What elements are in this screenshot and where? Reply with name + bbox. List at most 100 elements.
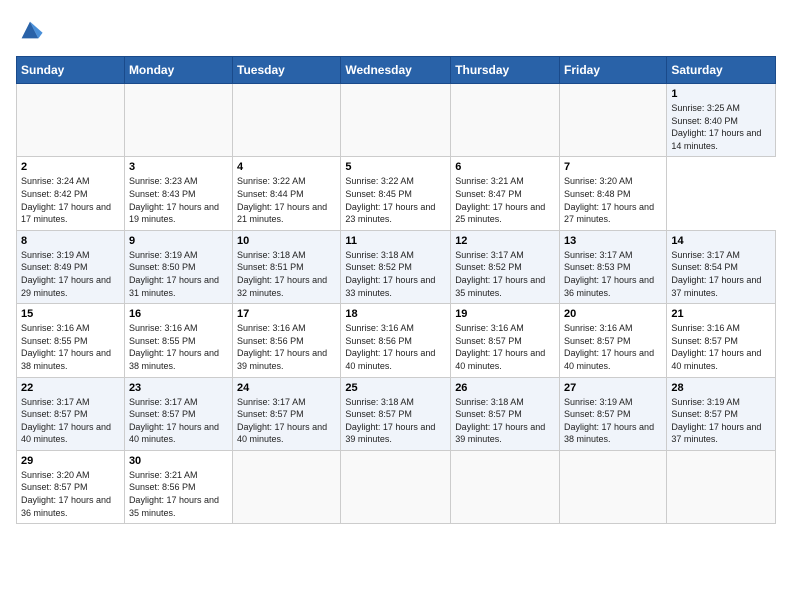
day-cell: 20 Sunrise: 3:16 AMSunset: 8:57 PMDayligh… bbox=[560, 304, 667, 377]
day-detail: Sunrise: 3:17 AMSunset: 8:54 PMDaylight:… bbox=[671, 249, 771, 299]
day-detail: Sunrise: 3:23 AMSunset: 8:43 PMDaylight:… bbox=[129, 175, 228, 225]
day-detail: Sunrise: 3:20 AMSunset: 8:48 PMDaylight:… bbox=[564, 175, 662, 225]
logo-icon bbox=[16, 16, 44, 44]
day-detail: Sunrise: 3:17 AMSunset: 8:57 PMDaylight:… bbox=[129, 396, 228, 446]
day-number: 16 bbox=[129, 308, 228, 320]
day-detail: Sunrise: 3:22 AMSunset: 8:45 PMDaylight:… bbox=[345, 175, 446, 225]
empty-day-cell bbox=[17, 84, 125, 157]
calendar-week-row: 29 Sunrise: 3:20 AMSunset: 8:57 PMDayligh… bbox=[17, 450, 776, 523]
day-number: 24 bbox=[237, 382, 336, 394]
day-number: 5 bbox=[345, 161, 446, 173]
day-cell: 18 Sunrise: 3:16 AMSunset: 8:56 PMDayligh… bbox=[341, 304, 451, 377]
day-number: 6 bbox=[455, 161, 555, 173]
day-number: 15 bbox=[21, 308, 120, 320]
day-detail: Sunrise: 3:18 AMSunset: 8:51 PMDaylight:… bbox=[237, 249, 336, 299]
day-cell: 29 Sunrise: 3:20 AMSunset: 8:57 PMDayligh… bbox=[17, 450, 125, 523]
empty-day-cell bbox=[124, 84, 232, 157]
day-cell: 3 Sunrise: 3:23 AMSunset: 8:43 PMDaylight… bbox=[124, 157, 232, 230]
day-header: Monday bbox=[124, 57, 232, 84]
day-number: 14 bbox=[671, 235, 771, 247]
day-detail: Sunrise: 3:19 AMSunset: 8:50 PMDaylight:… bbox=[129, 249, 228, 299]
day-number: 4 bbox=[237, 161, 336, 173]
day-detail: Sunrise: 3:18 AMSunset: 8:57 PMDaylight:… bbox=[345, 396, 446, 446]
day-number: 9 bbox=[129, 235, 228, 247]
day-cell: 14 Sunrise: 3:17 AMSunset: 8:54 PMDayligh… bbox=[667, 230, 776, 303]
day-cell: 12 Sunrise: 3:17 AMSunset: 8:52 PMDayligh… bbox=[451, 230, 560, 303]
calendar-week-row: 1 Sunrise: 3:25 AMSunset: 8:40 PMDaylight… bbox=[17, 84, 776, 157]
empty-day-cell bbox=[233, 450, 341, 523]
day-detail: Sunrise: 3:16 AMSunset: 8:55 PMDaylight:… bbox=[21, 322, 120, 372]
day-detail: Sunrise: 3:19 AMSunset: 8:49 PMDaylight:… bbox=[21, 249, 120, 299]
day-detail: Sunrise: 3:16 AMSunset: 8:55 PMDaylight:… bbox=[129, 322, 228, 372]
day-cell: 24 Sunrise: 3:17 AMSunset: 8:57 PMDayligh… bbox=[233, 377, 341, 450]
day-cell: 9 Sunrise: 3:19 AMSunset: 8:50 PMDaylight… bbox=[124, 230, 232, 303]
day-cell: 17Sunrise: 3:16 AMSunset: 8:56 PMDayligh… bbox=[233, 304, 341, 377]
day-cell: 10 Sunrise: 3:18 AMSunset: 8:51 PMDayligh… bbox=[233, 230, 341, 303]
calendar-week-row: 8Sunrise: 3:19 AMSunset: 8:49 PMDaylight… bbox=[17, 230, 776, 303]
day-cell: 30Sunrise: 3:21 AMSunset: 8:56 PMDayligh… bbox=[124, 450, 232, 523]
calendar-body: 1 Sunrise: 3:25 AMSunset: 8:40 PMDaylight… bbox=[17, 84, 776, 524]
day-number: 25 bbox=[345, 382, 446, 394]
empty-day-cell bbox=[560, 84, 667, 157]
empty-day-cell bbox=[451, 84, 560, 157]
day-detail: Sunrise: 3:21 AMSunset: 8:47 PMDaylight:… bbox=[455, 175, 555, 225]
empty-day-cell bbox=[560, 450, 667, 523]
day-cell: 15 Sunrise: 3:16 AMSunset: 8:55 PMDayligh… bbox=[17, 304, 125, 377]
empty-day-cell bbox=[341, 84, 451, 157]
day-detail: Sunrise: 3:19 AMSunset: 8:57 PMDaylight:… bbox=[671, 396, 771, 446]
day-header: Friday bbox=[560, 57, 667, 84]
day-number: 12 bbox=[455, 235, 555, 247]
day-header: Saturday bbox=[667, 57, 776, 84]
day-cell: 8Sunrise: 3:19 AMSunset: 8:49 PMDaylight… bbox=[17, 230, 125, 303]
day-number: 10 bbox=[237, 235, 336, 247]
day-cell: 21Sunrise: 3:16 AMSunset: 8:57 PMDayligh… bbox=[667, 304, 776, 377]
day-cell: 4 Sunrise: 3:22 AMSunset: 8:44 PMDaylight… bbox=[233, 157, 341, 230]
day-cell: 7 Sunrise: 3:20 AMSunset: 8:48 PMDaylight… bbox=[560, 157, 667, 230]
day-number: 3 bbox=[129, 161, 228, 173]
day-detail: Sunrise: 3:16 AMSunset: 8:57 PMDaylight:… bbox=[455, 322, 555, 372]
day-detail: Sunrise: 3:19 AMSunset: 8:57 PMDaylight:… bbox=[564, 396, 662, 446]
day-number: 13 bbox=[564, 235, 662, 247]
day-number: 27 bbox=[564, 382, 662, 394]
day-header: Sunday bbox=[17, 57, 125, 84]
calendar-table: SundayMondayTuesdayWednesdayThursdayFrid… bbox=[16, 56, 776, 524]
day-detail: Sunrise: 3:17 AMSunset: 8:57 PMDaylight:… bbox=[237, 396, 336, 446]
day-number: 21 bbox=[671, 308, 771, 320]
day-cell: 27 Sunrise: 3:19 AMSunset: 8:57 PMDayligh… bbox=[560, 377, 667, 450]
calendar-week-row: 15 Sunrise: 3:16 AMSunset: 8:55 PMDayligh… bbox=[17, 304, 776, 377]
day-cell: 1 Sunrise: 3:25 AMSunset: 8:40 PMDaylight… bbox=[667, 84, 776, 157]
day-number: 1 bbox=[671, 88, 771, 100]
day-number: 18 bbox=[345, 308, 446, 320]
day-header: Wednesday bbox=[341, 57, 451, 84]
day-cell: 11Sunrise: 3:18 AMSunset: 8:52 PMDayligh… bbox=[341, 230, 451, 303]
day-detail: Sunrise: 3:18 AMSunset: 8:52 PMDaylight:… bbox=[345, 249, 446, 299]
day-detail: Sunrise: 3:17 AMSunset: 8:53 PMDaylight:… bbox=[564, 249, 662, 299]
day-detail: Sunrise: 3:20 AMSunset: 8:57 PMDaylight:… bbox=[21, 469, 120, 519]
day-cell: 25 Sunrise: 3:18 AMSunset: 8:57 PMDayligh… bbox=[341, 377, 451, 450]
day-cell: 19 Sunrise: 3:16 AMSunset: 8:57 PMDayligh… bbox=[451, 304, 560, 377]
day-cell: 22 Sunrise: 3:17 AMSunset: 8:57 PMDayligh… bbox=[17, 377, 125, 450]
day-header: Tuesday bbox=[233, 57, 341, 84]
empty-day-cell bbox=[233, 84, 341, 157]
day-cell: 26Sunrise: 3:18 AMSunset: 8:57 PMDayligh… bbox=[451, 377, 560, 450]
day-number: 19 bbox=[455, 308, 555, 320]
day-number: 30 bbox=[129, 455, 228, 467]
calendar-week-row: 2 Sunrise: 3:24 AMSunset: 8:42 PMDaylight… bbox=[17, 157, 776, 230]
day-number: 7 bbox=[564, 161, 662, 173]
day-number: 22 bbox=[21, 382, 120, 394]
day-number: 29 bbox=[21, 455, 120, 467]
day-detail: Sunrise: 3:16 AMSunset: 8:57 PMDaylight:… bbox=[564, 322, 662, 372]
day-header: Thursday bbox=[451, 57, 560, 84]
day-detail: Sunrise: 3:17 AMSunset: 8:57 PMDaylight:… bbox=[21, 396, 120, 446]
day-detail: Sunrise: 3:25 AMSunset: 8:40 PMDaylight:… bbox=[671, 102, 771, 152]
day-detail: Sunrise: 3:24 AMSunset: 8:42 PMDaylight:… bbox=[21, 175, 120, 225]
empty-day-cell bbox=[341, 450, 451, 523]
day-cell: 16 Sunrise: 3:16 AMSunset: 8:55 PMDayligh… bbox=[124, 304, 232, 377]
day-detail: Sunrise: 3:22 AMSunset: 8:44 PMDaylight:… bbox=[237, 175, 336, 225]
day-cell: 28Sunrise: 3:19 AMSunset: 8:57 PMDayligh… bbox=[667, 377, 776, 450]
day-detail: Sunrise: 3:17 AMSunset: 8:52 PMDaylight:… bbox=[455, 249, 555, 299]
day-number: 20 bbox=[564, 308, 662, 320]
day-number: 26 bbox=[455, 382, 555, 394]
day-detail: Sunrise: 3:16 AMSunset: 8:56 PMDaylight:… bbox=[345, 322, 446, 372]
day-number: 2 bbox=[21, 161, 120, 173]
